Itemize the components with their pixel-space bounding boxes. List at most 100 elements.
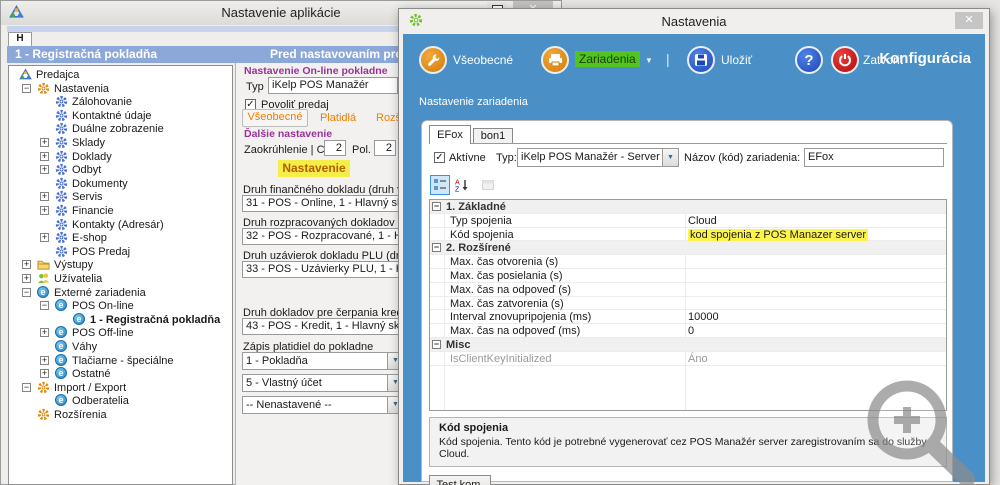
expand-icon[interactable]: +	[22, 260, 31, 269]
tree-item-kontakty-adres-r[interactable]: Kontakty (Adresár)	[9, 218, 232, 232]
expand-icon[interactable]: +	[40, 233, 49, 242]
tree-item-1-registra-n-poklad-a[interactable]: e1 - Registračná pokladňa	[9, 313, 232, 327]
druh-uzavierky-input[interactable]: 33 - POS - Uzávierky PLU, 1 - Hlavn	[242, 261, 404, 278]
grid-category-1-z-kladn[interactable]: −1. Základné	[430, 200, 946, 214]
expand-icon[interactable]: +	[40, 206, 49, 215]
expand-icon[interactable]: +	[40, 165, 49, 174]
expand-icon[interactable]: +	[40, 192, 49, 201]
tree-item-u-vatelia[interactable]: +Užívatelia	[9, 272, 232, 286]
tab-efox[interactable]: EFox	[429, 125, 471, 144]
tree-item-du-lne-zobrazenie[interactable]: Duálne zobrazenie	[9, 122, 232, 136]
druh-financny-input[interactable]: 31 - POS - Online, 1 - Hlavný sklad	[242, 195, 404, 212]
tree-item-label: Kontakty (Adresár)	[72, 219, 164, 231]
grid-row-interval-znovupripojenia-ms[interactable]: Interval znovupripojenia (ms)10000	[430, 310, 946, 324]
ulozit-button[interactable]	[687, 46, 715, 74]
dock-tab-h[interactable]: H	[8, 32, 32, 47]
vseobecne-label[interactable]: Všeobecné	[453, 53, 513, 67]
vlastny-ucet-select[interactable]: 5 - Vlastný účet▼	[242, 374, 404, 392]
tree-item-label: Dokumenty	[72, 178, 128, 190]
vseobecne-button[interactable]	[419, 46, 447, 74]
collapse-icon[interactable]: −	[432, 340, 441, 349]
nazov-input[interactable]: EFox	[804, 148, 944, 167]
help-button[interactable]: ?	[795, 46, 823, 74]
zatvorit-button[interactable]	[831, 46, 859, 74]
tree-item-predajca[interactable]: Predajca	[9, 68, 232, 82]
grid-row-max-as-na-odpove-s[interactable]: Max. čas na odpoveď (s)	[430, 283, 946, 297]
tree-item-tla-iarne-peci-lne[interactable]: +eTlačiarne - špeciálne	[9, 354, 232, 368]
nastavenie-button[interactable]: Nastavenie	[278, 160, 350, 177]
device-settings-panel: EFox bon1 ✓ Aktívne Typ: iKelp POS Manaž…	[421, 120, 953, 482]
tree-item-pos-off-line[interactable]: +ePOS Off-line	[9, 326, 232, 340]
tree-item-label: Zálohovanie	[72, 96, 132, 108]
expand-icon[interactable]: +	[40, 138, 49, 147]
grid-category-misc[interactable]: −Misc	[430, 338, 946, 352]
expand-icon[interactable]: +	[40, 369, 49, 378]
chevron-down-icon[interactable]: ▼	[662, 149, 678, 166]
grid-property-value[interactable]: Cloud	[688, 215, 717, 227]
grid-property-value[interactable]: kod spojenia z POS Manazer server	[688, 229, 868, 241]
tree-item-odberatelia[interactable]: eOdberatelia	[9, 394, 232, 408]
tree-item-z-lohovanie[interactable]: Zálohovanie	[9, 95, 232, 109]
tree-item-financie[interactable]: +Financie	[9, 204, 232, 218]
tree-item-pos-on-line[interactable]: −ePOS On-line	[9, 299, 232, 313]
tab-bon1[interactable]: bon1	[473, 128, 513, 144]
pokladna-select[interactable]: 1 - Pokladňa▼	[242, 352, 404, 370]
tree-item-pos-predaj[interactable]: POS Predaj	[9, 245, 232, 259]
zariadenia-label[interactable]: Zariadenia	[575, 51, 640, 67]
grid-property-label: IsClientKeyInitialized	[450, 353, 552, 365]
collapse-icon[interactable]: −	[22, 84, 31, 93]
tree-item-roz-renia[interactable]: Rozšírenia	[9, 408, 232, 422]
expand-icon[interactable]: +	[40, 328, 49, 337]
tree-item-servis[interactable]: +Servis	[9, 190, 232, 204]
zariadenia-caret-icon[interactable]: ▼	[645, 56, 653, 65]
collapse-icon[interactable]: −	[432, 243, 441, 252]
categorized-view-button[interactable]	[430, 175, 450, 195]
zariadenia-button[interactable]	[541, 46, 569, 74]
grid-category-2-roz-ren[interactable]: −2. Rozšírené	[430, 241, 946, 255]
typ-input[interactable]: iKelp POS Manažér	[268, 77, 398, 94]
collapse-icon[interactable]: −	[40, 301, 49, 310]
nenastavene-select[interactable]: -- Nenastavené --▼	[242, 396, 404, 414]
tree-item-sklady[interactable]: +Sklady	[9, 136, 232, 150]
grid-row-typ-spojenia[interactable]: Typ spojeniaCloud	[430, 214, 946, 228]
tree-item-dokumenty[interactable]: Dokumenty	[9, 177, 232, 191]
tree-item-import-export[interactable]: −Import / Export	[9, 381, 232, 395]
device-typ-select[interactable]: iKelp POS Manažér - Server▼	[517, 148, 679, 167]
grid-property-value[interactable]: Áno	[688, 353, 708, 365]
grid-row-max-as-posielania-s[interactable]: Max. čas posielania (s)	[430, 269, 946, 283]
dialog-close-button[interactable]: ✕	[955, 12, 983, 29]
zaokruhlenie-ced-input[interactable]: 2	[324, 140, 346, 156]
tree-item-v-hy[interactable]: eVáhy	[9, 340, 232, 354]
tree-item-e-shop[interactable]: +E-shop	[9, 231, 232, 245]
gear-icon	[55, 95, 68, 108]
ulozit-label[interactable]: Uložiť	[721, 53, 752, 67]
zaokruhlenie-pol-input[interactable]: 2	[374, 140, 396, 156]
collapse-icon[interactable]: −	[22, 288, 31, 297]
grid-row-max-as-na-odpove-ms[interactable]: Max. čas na odpoveď (ms)0	[430, 324, 946, 338]
druh-kredit-input[interactable]: 43 - POS - Kredit, 1 - Hlavný sklad	[242, 318, 404, 335]
alphabetical-sort-button[interactable]: AZ	[452, 175, 472, 195]
grid-property-value[interactable]: 10000	[688, 311, 719, 323]
grid-row-max-as-otvorenia-s[interactable]: Max. čas otvorenia (s)	[430, 255, 946, 269]
tab-platidla[interactable]: Platidlá	[320, 112, 356, 124]
expand-icon[interactable]: +	[40, 356, 49, 365]
tree-item-ostatn[interactable]: +eOstatné	[9, 367, 232, 381]
expand-icon[interactable]: +	[22, 274, 31, 283]
grid-row-k-d-spojenia[interactable]: Kód spojeniakod spojenia z POS Manazer s…	[430, 228, 946, 242]
collapse-icon[interactable]: −	[432, 202, 441, 211]
aktivne-checkbox[interactable]: ✓	[434, 152, 445, 163]
tree-item-kontaktn-daje[interactable]: Kontaktné údaje	[9, 109, 232, 123]
tab-vseobecne[interactable]: Všeobecné	[242, 109, 308, 127]
test-kom-button[interactable]: Test kom.	[429, 475, 491, 485]
tree-item-extern-zariadenia[interactable]: −eExterné zariadenia	[9, 286, 232, 300]
druh-rozpracovane-input[interactable]: 32 - POS - Rozpracované, 1 - Hlavn	[242, 228, 404, 245]
tree-item-nastavenia[interactable]: −Nastavenia	[9, 82, 232, 96]
grid-property-value[interactable]: 0	[688, 325, 694, 337]
expand-icon[interactable]: +	[40, 152, 49, 161]
tree-item-odbyt[interactable]: +Odbyt	[9, 163, 232, 177]
grid-row-isclientkeyinitialized[interactable]: IsClientKeyInitialized Áno	[430, 352, 946, 366]
tree-item-doklady[interactable]: +Doklady	[9, 150, 232, 164]
grid-row-max-as-zatvorenia-s[interactable]: Max. čas zatvorenia (s)	[430, 297, 946, 311]
tree-item-v-stupy[interactable]: +Výstupy	[9, 258, 232, 272]
collapse-icon[interactable]: −	[22, 383, 31, 392]
